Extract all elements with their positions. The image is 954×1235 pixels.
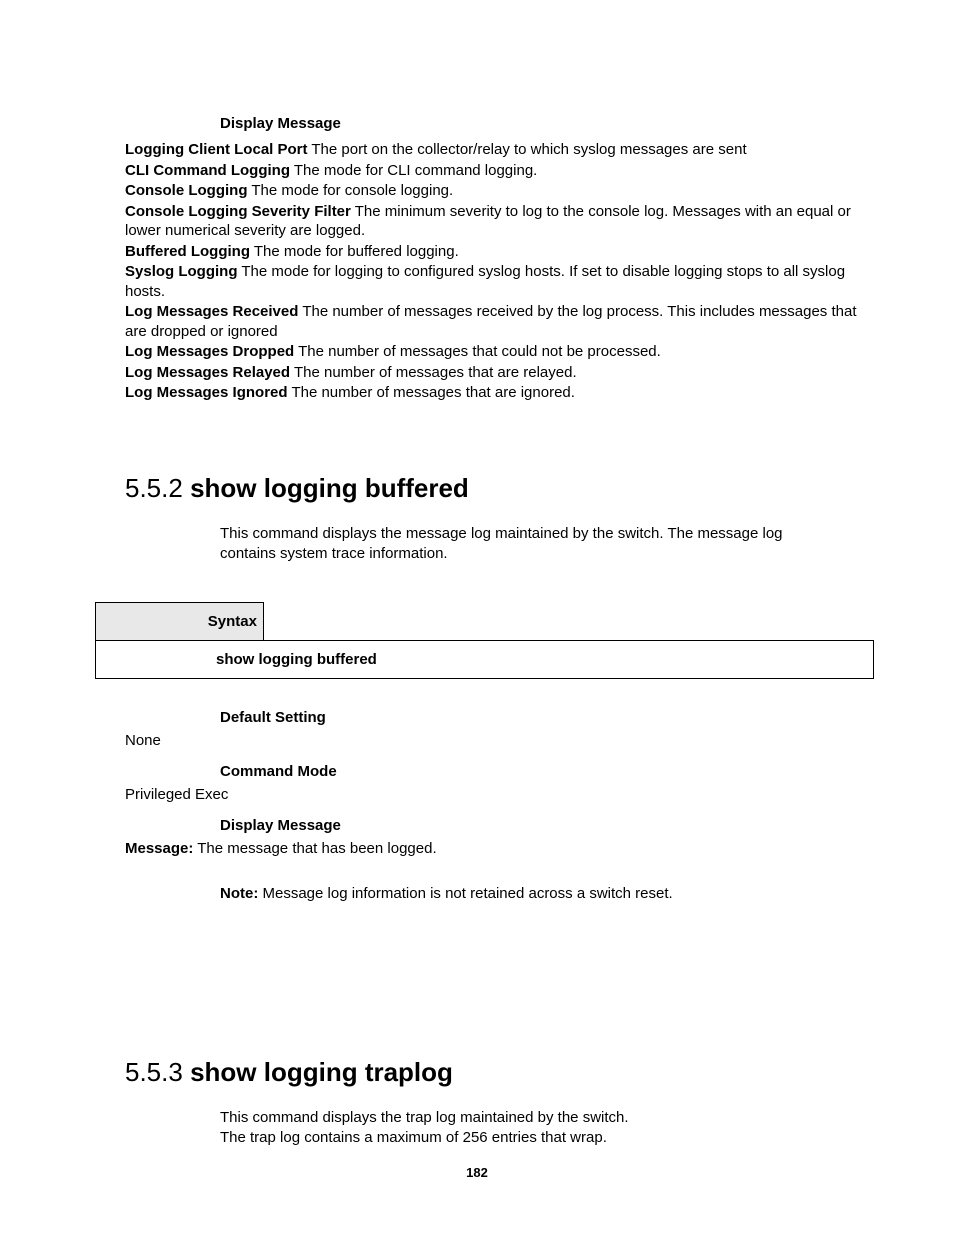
- section-title: show logging buffered: [190, 473, 469, 503]
- def-term: Console Logging Severity Filter: [125, 203, 351, 220]
- def-row: Log Messages Ignored The number of messa…: [125, 383, 859, 403]
- def-row: Log Messages Dropped The number of messa…: [125, 342, 859, 362]
- def-desc: The mode for console logging.: [247, 182, 453, 199]
- def-desc: The mode for CLI command logging.: [290, 162, 537, 179]
- section-intro-553: This command displays the trap log maint…: [220, 1108, 839, 1149]
- default-setting-block: Default Setting None: [125, 709, 859, 749]
- note-term: Note:: [220, 885, 258, 902]
- def-desc: The number of messages that are ignored.: [288, 384, 575, 401]
- display-message-header-1: Display Message: [220, 115, 859, 132]
- def-term: Buffered Logging: [125, 243, 250, 260]
- def-row: CLI Command Logging The mode for CLI com…: [125, 161, 859, 181]
- command-mode-block: Command Mode Privileged Exec: [125, 763, 859, 803]
- definition-list: Logging Client Local Port The port on th…: [125, 140, 859, 403]
- syntax-command-cell: show logging buffered: [96, 641, 874, 679]
- section-heading-553: 5.5.3 show logging traplog: [125, 1057, 859, 1088]
- section-number: 5.5.2: [125, 473, 190, 503]
- def-term: Log Messages Relayed: [125, 364, 290, 381]
- def-desc: The port on the collector/relay to which…: [308, 141, 747, 158]
- def-term: Log Messages Dropped: [125, 343, 294, 360]
- def-row: Log Messages Relayed The number of messa…: [125, 363, 859, 383]
- default-setting-label: Default Setting: [220, 709, 859, 726]
- default-setting-value: None: [125, 732, 859, 749]
- def-desc: The mode for buffered logging.: [250, 243, 459, 260]
- section-heading-552: 5.5.2 show logging buffered: [125, 473, 859, 504]
- section-number: 5.5.3: [125, 1057, 190, 1087]
- intro-line-1: This command displays the trap log maint…: [220, 1108, 839, 1128]
- syntax-label-cell: Syntax: [96, 603, 264, 641]
- intro-line-2: The trap log contains a maximum of 256 e…: [220, 1128, 839, 1148]
- section-title: show logging traplog: [190, 1057, 453, 1087]
- def-row: Log Messages Received The number of mess…: [125, 302, 859, 341]
- note-line: Note: Message log information is not ret…: [220, 885, 859, 902]
- def-row: Console Logging Severity Filter The mini…: [125, 202, 859, 241]
- section-intro-552: This command displays the message log ma…: [220, 524, 839, 565]
- def-term: CLI Command Logging: [125, 162, 290, 179]
- def-term: Log Messages Received: [125, 303, 298, 320]
- command-mode-value: Privileged Exec: [125, 786, 859, 803]
- def-term: Console Logging: [125, 182, 247, 199]
- def-term: Log Messages Ignored: [125, 384, 288, 401]
- def-row: Buffered Logging The mode for buffered l…: [125, 242, 859, 262]
- message-term: Message:: [125, 840, 193, 857]
- def-row: Syslog Logging The mode for logging to c…: [125, 262, 859, 301]
- command-mode-label: Command Mode: [220, 763, 859, 780]
- spacer-cell: [264, 603, 874, 641]
- def-row: Console Logging The mode for console log…: [125, 181, 859, 201]
- message-desc: The message that has been logged.: [193, 840, 436, 857]
- def-desc: The number of messages that could not be…: [294, 343, 661, 360]
- def-row: Logging Client Local Port The port on th…: [125, 140, 859, 160]
- def-desc: The number of messages that are relayed.: [290, 364, 577, 381]
- page-number: 182: [0, 1165, 954, 1180]
- display-message-label-2: Display Message: [220, 817, 859, 834]
- note-desc: Message log information is not retained …: [258, 885, 672, 902]
- syntax-box: Syntax show logging buffered: [95, 602, 874, 679]
- display-message-value: Message: The message that has been logge…: [125, 840, 859, 857]
- def-term: Syslog Logging: [125, 263, 238, 280]
- display-message-block-2: Display Message Message: The message tha…: [125, 817, 859, 857]
- def-term: Logging Client Local Port: [125, 141, 308, 158]
